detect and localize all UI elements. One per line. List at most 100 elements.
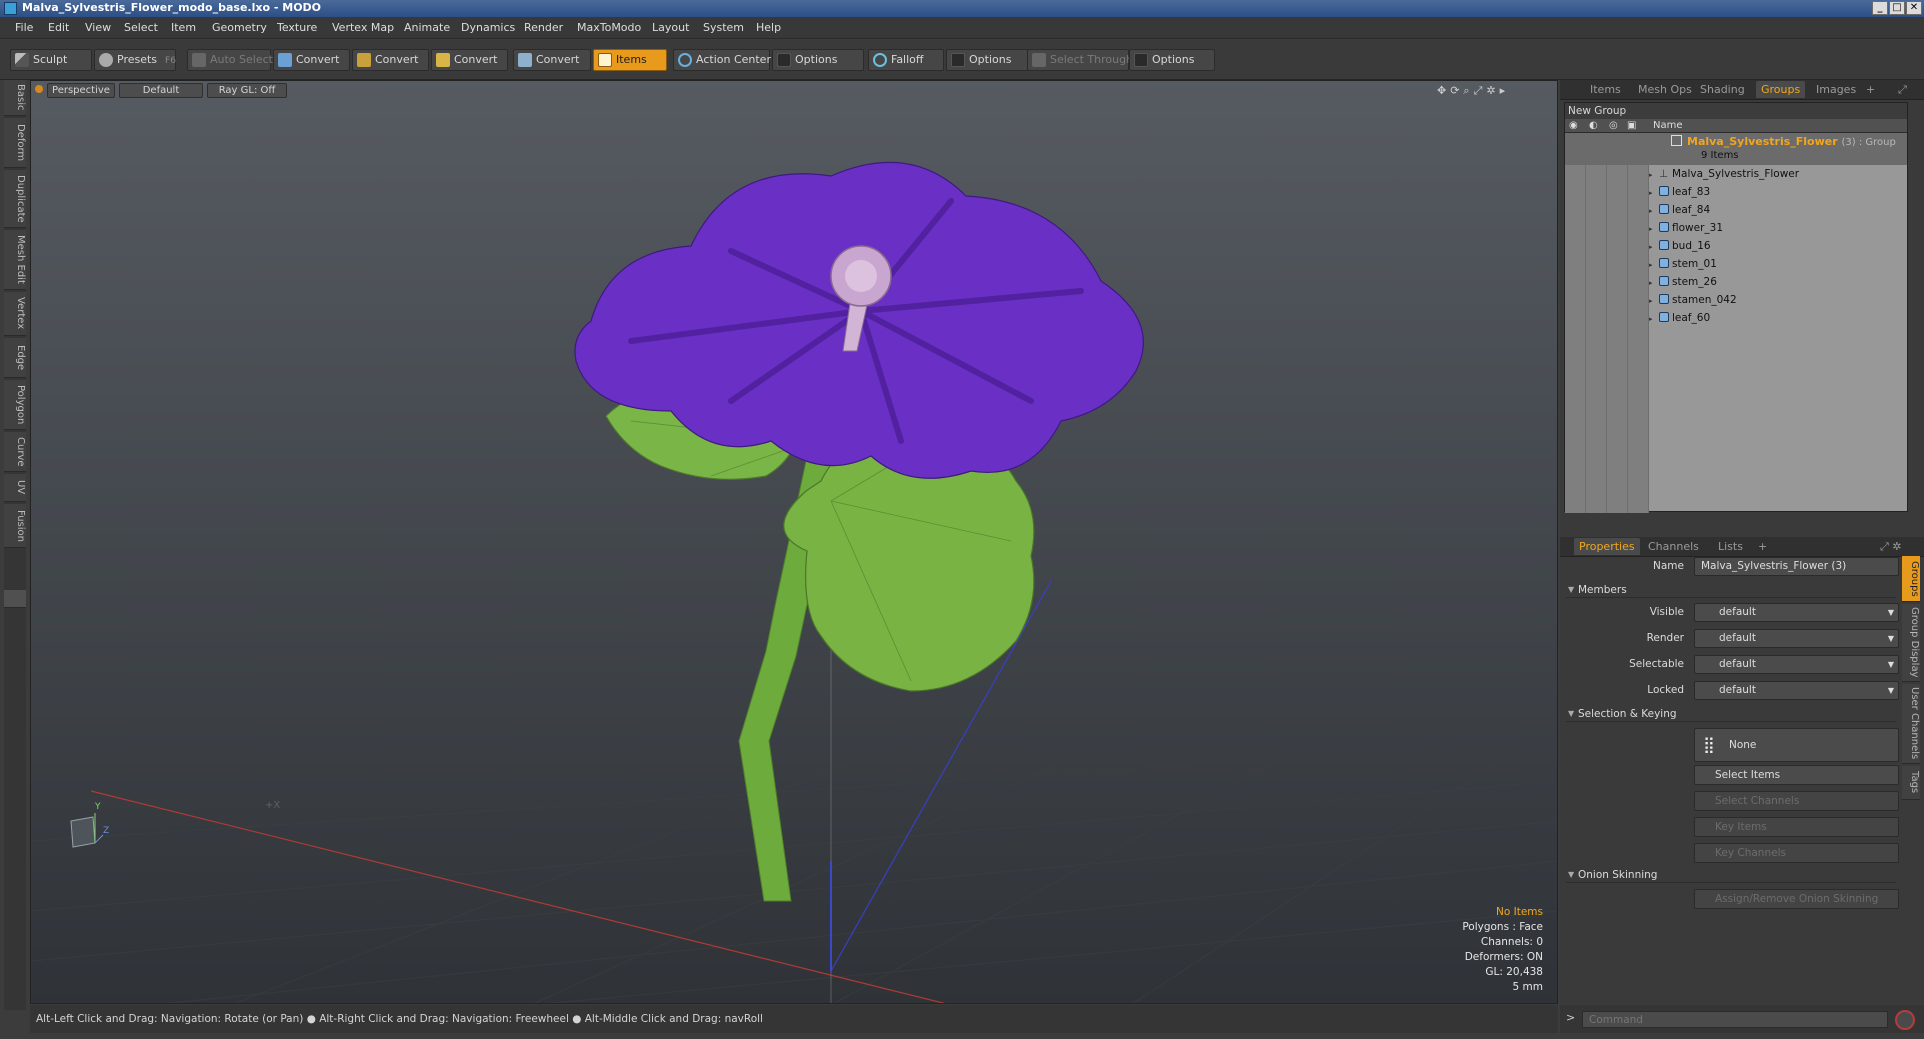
menu-file[interactable]: File <box>15 21 33 34</box>
tab-edge[interactable]: Edge <box>4 338 26 378</box>
selectable-dropdown[interactable]: default ▼ <box>1694 655 1899 674</box>
expand-icon[interactable]: ▸ <box>1649 292 1655 310</box>
tab-shading[interactable]: Shading <box>1700 83 1745 96</box>
tab-vertex[interactable]: Vertex <box>4 292 26 336</box>
list-item[interactable]: ▸ stem_26 <box>1649 273 1717 291</box>
convert-button-2[interactable]: Convert <box>352 49 429 71</box>
action-center-options-button[interactable]: Options <box>772 49 864 71</box>
stop-record-icon[interactable] <box>1895 1010 1915 1030</box>
tab-polygon[interactable]: Polygon <box>4 380 26 430</box>
auto-select-button[interactable]: Auto Select <box>187 49 273 71</box>
side-tab-tags[interactable]: Tags <box>1902 766 1920 800</box>
group-row[interactable]: Malva_Sylvestris_Flower (3) : Group 9 It… <box>1565 133 1907 165</box>
tab-mesh-edit[interactable]: Mesh Edit <box>4 230 26 290</box>
sculpt-button[interactable]: Sculpt <box>10 49 92 71</box>
select-through-options-button[interactable]: Options <box>1129 49 1215 71</box>
tab-items[interactable]: Items <box>1590 83 1621 96</box>
selection-keying-section[interactable]: ▼ Selection & Keying <box>1566 706 1896 722</box>
expand-icon[interactable]: ▸ <box>1649 184 1655 202</box>
expand-icon[interactable]: ▸ <box>1649 310 1655 328</box>
tab-mesh-ops[interactable]: Mesh Ops <box>1638 83 1692 96</box>
action-center-button[interactable]: Action Center <box>673 49 771 71</box>
list-item[interactable]: ▸ stem_01 <box>1649 255 1717 273</box>
side-tab-groups[interactable]: Groups <box>1902 556 1920 602</box>
list-item[interactable]: ▸ flower_31 <box>1649 219 1723 237</box>
group-name-field[interactable]: Malva_Sylvestris_Flower (3) <box>1694 557 1899 576</box>
add-tab-icon[interactable]: + <box>1866 83 1875 96</box>
tab-deform[interactable]: Deform <box>4 118 26 168</box>
shading-mode-button[interactable]: Default <box>119 83 203 98</box>
minimize-button[interactable]: _ <box>1872 1 1888 15</box>
viewport-nav-icons[interactable]: ✥⟳⌕⤢✲▸ <box>1437 84 1509 98</box>
lock-icon[interactable]: ▣ <box>1627 119 1636 133</box>
menu-dynamics[interactable]: Dynamics <box>461 21 515 34</box>
menu-view[interactable]: View <box>85 21 111 34</box>
tab-uv[interactable]: UV <box>4 474 26 502</box>
maximize-button[interactable]: □ <box>1889 1 1905 15</box>
view-type-button[interactable]: Perspective <box>47 83 115 98</box>
list-item[interactable]: ▸ leaf_84 <box>1649 201 1710 219</box>
locked-dropdown[interactable]: default ▼ <box>1694 681 1899 700</box>
visible-dropdown[interactable]: default ▼ <box>1694 603 1899 622</box>
select-channels-button[interactable]: Select Channels <box>1694 791 1899 811</box>
expand-icon[interactable]: ▸ <box>1649 238 1655 256</box>
menu-system[interactable]: System <box>703 21 744 34</box>
render-dropdown[interactable]: default ▼ <box>1694 629 1899 648</box>
select-icon[interactable]: ◎ <box>1609 119 1618 133</box>
menu-animate[interactable]: Animate <box>404 21 450 34</box>
tab-groups[interactable]: Groups <box>1756 81 1806 98</box>
key-channels-button[interactable]: Key Channels <box>1694 843 1899 863</box>
presets-button[interactable]: Presets F6 <box>94 49 176 71</box>
menu-layout[interactable]: Layout <box>652 21 689 34</box>
new-group-button[interactable]: New Group <box>1565 103 1907 119</box>
side-tab-group-display[interactable]: Group Display <box>1902 604 1920 682</box>
list-item[interactable]: ▸ stamen_042 <box>1649 291 1737 309</box>
3d-viewport[interactable]: +X Y Z Perspective Default Ray GL: Off ✥… <box>30 80 1558 1004</box>
side-tab-user-channels[interactable]: User Channels <box>1902 684 1920 764</box>
menu-geometry[interactable]: Geometry <box>212 21 267 34</box>
select-items-button[interactable]: Select Items <box>1694 765 1899 785</box>
falloff-options-button[interactable]: Options <box>946 49 1028 71</box>
command-input[interactable] <box>1582 1011 1888 1028</box>
menu-item[interactable]: Item <box>171 21 196 34</box>
expand-icon[interactable]: ▸ <box>1649 274 1655 292</box>
menu-texture[interactable]: Texture <box>277 21 317 34</box>
list-item[interactable]: ▸ leaf_83 <box>1649 183 1710 201</box>
tab-basic[interactable]: Basic <box>4 80 26 116</box>
assign-onion-skinning-button[interactable]: Assign/Remove Onion Skinning <box>1694 889 1899 909</box>
viewport-menu-icon[interactable] <box>35 85 43 93</box>
members-section[interactable]: ▼ Members <box>1566 582 1896 598</box>
convert-button-3[interactable]: Convert <box>431 49 508 71</box>
raygl-button[interactable]: Ray GL: Off <box>207 83 287 98</box>
convert-button-4[interactable]: Convert <box>513 49 591 71</box>
list-item[interactable]: ▸ ⊥ Malva_Sylvestris_Flower <box>1649 165 1799 183</box>
items-mode-button[interactable]: Items <box>593 49 667 71</box>
expand-tabs-button[interactable] <box>4 590 26 608</box>
menu-edit[interactable]: Edit <box>48 21 69 34</box>
list-item[interactable]: ▸ bud_16 <box>1649 237 1711 255</box>
menu-vertex-map[interactable]: Vertex Map <box>332 21 394 34</box>
tab-curve[interactable]: Curve <box>4 432 26 472</box>
menu-select[interactable]: Select <box>124 21 158 34</box>
none-button[interactable]: ⣿ None <box>1694 728 1899 762</box>
menu-help[interactable]: Help <box>756 21 781 34</box>
falloff-button[interactable]: Falloff <box>868 49 944 71</box>
expand-icon[interactable]: ▸ <box>1649 202 1655 220</box>
expand-icon[interactable]: ▸ <box>1649 220 1655 238</box>
panel-options-icon[interactable]: ⤢ <box>1898 83 1907 97</box>
menu-render[interactable]: Render <box>524 21 563 34</box>
expand-icon[interactable]: ▸ <box>1649 166 1655 184</box>
onion-skinning-section[interactable]: ▼ Onion Skinning <box>1566 867 1896 883</box>
close-button[interactable]: ✕ <box>1906 1 1922 15</box>
expand-icon[interactable]: ▸ <box>1649 256 1655 274</box>
convert-button-1[interactable]: Convert <box>273 49 350 71</box>
tab-fusion[interactable]: Fusion <box>4 504 26 548</box>
tab-duplicate[interactable]: Duplicate <box>4 170 26 228</box>
tab-images[interactable]: Images <box>1816 83 1856 96</box>
render-icon[interactable]: ◐ <box>1589 119 1598 133</box>
key-items-button[interactable]: Key Items <box>1694 817 1899 837</box>
select-through-button[interactable]: Select Through <box>1027 49 1133 71</box>
eye-icon[interactable]: ◉ <box>1569 119 1578 133</box>
list-item[interactable]: ▸ leaf_60 <box>1649 309 1710 327</box>
menu-maxtomodo[interactable]: MaxToModo <box>577 21 641 34</box>
